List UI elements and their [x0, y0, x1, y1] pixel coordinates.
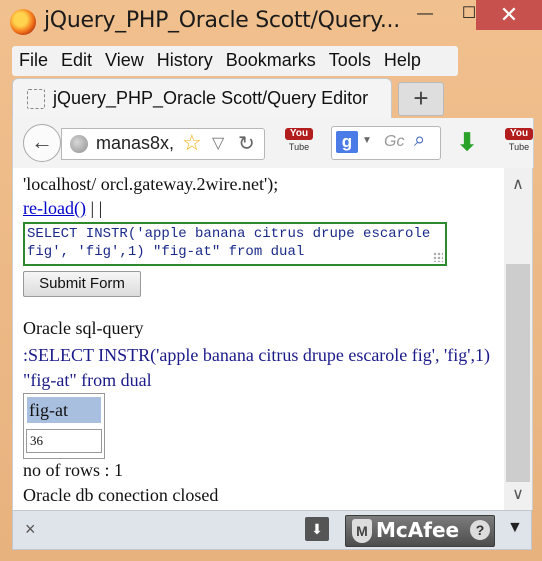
youtube-icon-bottom: Tube — [288, 142, 310, 152]
menu-file[interactable]: File — [12, 46, 54, 71]
youtube-icon-2-bottom: Tube — [508, 142, 530, 152]
globe-icon — [70, 135, 88, 153]
url-text[interactable]: manas8x, — [96, 133, 174, 154]
addon-bar: × ⬇ M McAfee ? ▼ — [12, 510, 532, 550]
query-echo-text: :SELECT INSTR('apple banana citrus drupe… — [23, 345, 491, 390]
tab-strip: jQuery_PHP_Oracle Scott/Query Editor + — [12, 78, 532, 119]
minimize-button[interactable]: — — [402, 0, 448, 30]
search-icon[interactable]: ⌕ — [414, 129, 425, 152]
url-bar[interactable]: manas8x, ☆ ▽ ↻ — [61, 128, 265, 160]
close-addon-bar-icon[interactable]: × — [25, 519, 36, 540]
youtube-icon-2-top: You — [505, 128, 533, 140]
youtube-icon[interactable]: You Tube — [285, 128, 313, 158]
table-value-cell: 36 — [26, 429, 102, 453]
firefox-logo-icon — [10, 9, 36, 35]
mcafee-shield-icon: M — [352, 519, 372, 543]
search-input[interactable]: Gc — [384, 133, 404, 151]
youtube-icon-2[interactable]: You Tube — [505, 128, 533, 158]
mcafee-label: McAfee — [376, 518, 460, 542]
download-icon[interactable]: ⬇ — [305, 517, 329, 541]
sql-query-heading: Oracle sql-query — [23, 318, 144, 338]
browser-window: jQuery_PHP_Oracle Scott/Query... — ☐ ✕ F… — [0, 0, 542, 561]
reload-icon[interactable]: ↻ — [238, 131, 255, 156]
reload-separators: | | — [85, 198, 103, 218]
youtube-icon-top: You — [285, 128, 313, 140]
addon-menu-icon[interactable]: ▼ — [507, 519, 523, 537]
search-bar[interactable]: g ▼ Gc ⌕ — [331, 126, 441, 160]
tab-query-editor[interactable]: jQuery_PHP_Oracle Scott/Query Editor — [12, 78, 392, 119]
close-button[interactable]: ✕ — [476, 0, 542, 30]
table-header-cell: fig-at — [27, 397, 101, 423]
submit-form-button[interactable]: Submit Form — [23, 271, 141, 297]
search-engine-dropdown-icon[interactable]: ▼ — [362, 135, 372, 146]
connection-string-text: 'localhost/ orcl.gateway.2wire.net'); — [23, 174, 279, 194]
scroll-up-icon[interactable]: ∧ — [504, 174, 532, 194]
menu-view[interactable]: View — [98, 46, 150, 71]
download-arrow-icon[interactable]: ⬇ — [457, 128, 477, 157]
page-icon — [27, 89, 45, 109]
resize-grip-icon[interactable] — [433, 252, 443, 262]
tab-label: jQuery_PHP_Oracle Scott/Query Editor — [53, 88, 369, 108]
vertical-scrollbar[interactable]: ∧ ∨ — [504, 168, 533, 510]
new-tab-button[interactable]: + — [398, 82, 444, 116]
row-count-text: no of rows : 1 — [23, 460, 123, 480]
page-content: 'localhost/ orcl.gateway.2wire.net'); re… — [12, 168, 505, 510]
back-button[interactable]: ← — [23, 124, 61, 162]
reload-row: re-load() | | — [23, 198, 102, 219]
menu-help[interactable]: Help — [377, 46, 427, 71]
bookmark-star-icon[interactable]: ☆ — [182, 130, 202, 156]
scrollbar-thumb[interactable] — [506, 264, 530, 482]
menu-history[interactable]: History — [150, 46, 219, 71]
mcafee-button[interactable]: M McAfee ? — [345, 515, 495, 547]
help-icon[interactable]: ? — [470, 520, 490, 540]
menu-bar: File Edit View History Bookmarks Tools Help — [12, 46, 458, 76]
menu-tools[interactable]: Tools — [322, 46, 377, 71]
sql-textarea[interactable]: SELECT INSTR('apple banana citrus drupe … — [23, 222, 447, 266]
window-title: jQuery_PHP_Oracle Scott/Query... — [44, 8, 400, 33]
title-bar: jQuery_PHP_Oracle Scott/Query... — ☐ ✕ — [0, 0, 542, 44]
reload-link[interactable]: re-load() — [23, 198, 86, 218]
connection-closed-text: Oracle db conection closed — [23, 485, 219, 505]
navigation-toolbar: manas8x, ☆ ▽ ↻ ← You Tube g ▼ Gc ⌕ ⬇ You… — [12, 118, 534, 168]
google-search-engine-icon[interactable]: g — [336, 131, 358, 153]
sql-text: SELECT INSTR('apple banana citrus drupe … — [27, 226, 431, 260]
menu-edit[interactable]: Edit — [54, 46, 98, 71]
menu-bookmarks[interactable]: Bookmarks — [219, 46, 322, 71]
url-dropdown-icon[interactable]: ▽ — [212, 133, 224, 153]
scroll-down-icon[interactable]: ∨ — [504, 484, 532, 504]
result-table: fig-at 36 — [23, 393, 105, 459]
